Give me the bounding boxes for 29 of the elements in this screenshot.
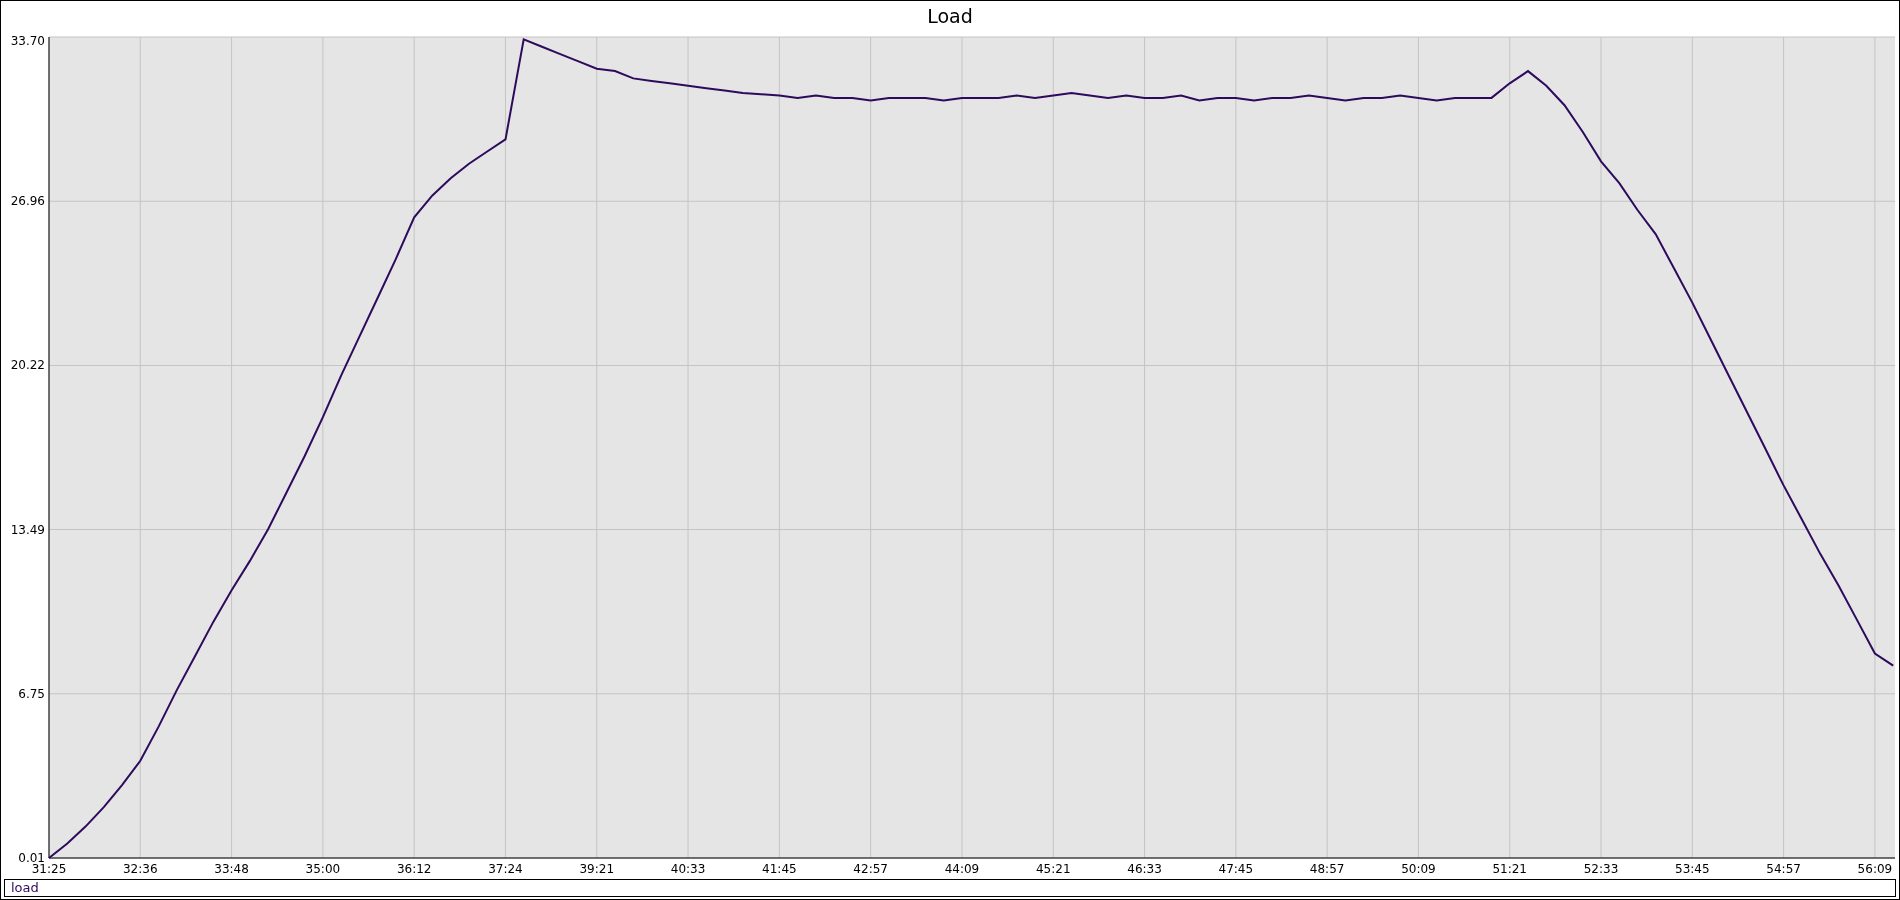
- x-tick-label: 50:09: [1401, 862, 1436, 876]
- y-tick-label: 0.01: [18, 851, 45, 865]
- x-tick-label: 32:36: [123, 862, 158, 876]
- x-tick-label: 35:00: [305, 862, 341, 876]
- x-tick-label: 51:21: [1492, 862, 1528, 876]
- y-tick-label: 26.96: [10, 194, 45, 209]
- x-tick-label: 42:57: [853, 862, 888, 876]
- x-tick-label: 48:57: [1309, 862, 1345, 876]
- x-tick-label: 40:33: [670, 862, 706, 876]
- legend: load: [4, 879, 1896, 897]
- x-tick-label: 39:21: [579, 862, 615, 876]
- y-tick-label: 6.75: [18, 686, 45, 701]
- x-tick-label: 37:24: [488, 862, 523, 876]
- x-tick-label: 56:09: [1857, 862, 1893, 876]
- x-tick-label: 31:25: [31, 862, 67, 876]
- x-tick-label: 54:57: [1766, 862, 1801, 876]
- y-tick-label: 20.22: [10, 358, 45, 373]
- x-tick-label: 33:48: [214, 862, 249, 876]
- y-tick-label: 13.49: [10, 522, 45, 537]
- x-tick-label: 45:21: [1035, 862, 1071, 876]
- x-tick-label: 44:09: [944, 862, 980, 876]
- x-tick-label: 53:45: [1675, 862, 1710, 876]
- x-tick-label: 52:33: [1583, 862, 1619, 876]
- x-tick-label: 47:45: [1218, 862, 1254, 876]
- y-tick-label: 33.70: [10, 34, 45, 48]
- x-tick-label: 46:33: [1127, 862, 1162, 876]
- chart-title: Load: [927, 5, 973, 27]
- x-tick-label: 36:12: [396, 862, 432, 876]
- x-tick-label: 41:45: [762, 862, 797, 876]
